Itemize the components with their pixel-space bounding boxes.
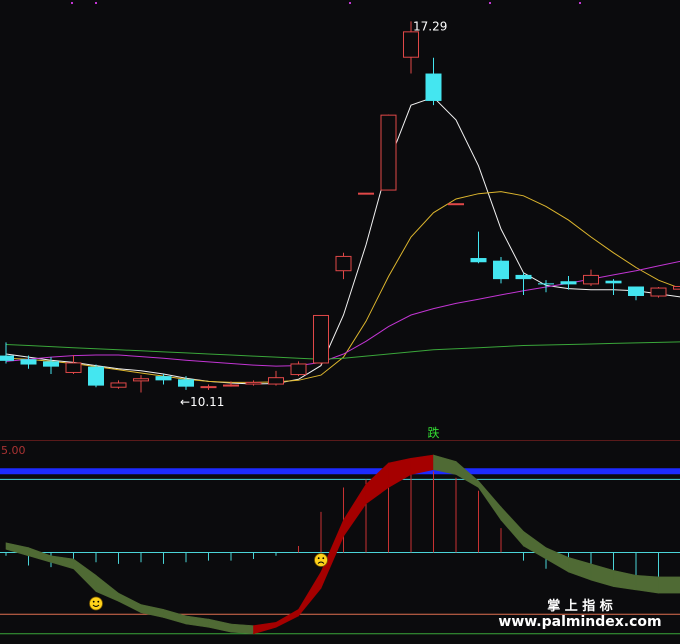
band-segment <box>388 457 412 489</box>
candle-body <box>515 274 532 280</box>
band-segment <box>230 623 254 635</box>
candle-body <box>493 260 509 280</box>
candle-body <box>628 286 644 296</box>
ma-line-0 <box>5 96 680 385</box>
watermark-cn: 掌 上 指 标 <box>547 598 613 614</box>
top-marker-dot <box>95 2 97 4</box>
candle-body <box>290 363 307 376</box>
candle-body <box>358 192 374 195</box>
candle-body <box>88 366 104 386</box>
band-segment <box>140 604 164 618</box>
candle-body <box>200 386 217 389</box>
band-segment <box>298 570 322 617</box>
face-circle <box>89 596 103 611</box>
candle-body <box>268 377 284 385</box>
candle-body <box>313 314 329 364</box>
candle-body <box>380 114 397 191</box>
face-circle <box>314 553 328 567</box>
candle-body <box>178 379 194 387</box>
candle-body <box>20 359 37 365</box>
band-segment <box>613 570 637 591</box>
top-marker-dot <box>579 2 581 4</box>
band-segment <box>658 576 680 594</box>
face-eye <box>322 557 325 560</box>
price-panel: 17.29 ←10.11 跌 <box>0 2 680 440</box>
stock-chart: 17.29 ←10.11 跌 5.00 掌 上 指 标 www.palmindex.… <box>0 2 680 635</box>
top-marker-dot <box>71 2 73 4</box>
band-segment <box>95 574 119 602</box>
signal-label: 跌 <box>427 425 439 440</box>
band-segment <box>523 530 547 560</box>
candle-body <box>583 274 599 285</box>
band-segment <box>478 480 502 521</box>
max-price-label: 17.29 <box>413 19 447 33</box>
band-segment <box>73 558 97 593</box>
candle-body <box>673 285 680 290</box>
band-segment <box>500 506 524 547</box>
candle-body <box>335 255 352 272</box>
face-eye <box>92 600 95 603</box>
candle-body <box>538 283 554 285</box>
band-segment <box>50 555 74 570</box>
band-segment <box>455 460 479 489</box>
band-segment <box>635 574 659 594</box>
candle-body <box>470 258 487 263</box>
candle-body <box>133 378 149 382</box>
candle-body <box>65 362 82 373</box>
face-eye <box>97 600 100 603</box>
candle-body <box>223 384 239 387</box>
candle-body <box>245 381 262 385</box>
band-segment <box>568 557 592 581</box>
band-segment <box>590 563 614 587</box>
top-marker-dot <box>489 2 491 4</box>
indicator-tick-label: 5.00 <box>1 444 26 457</box>
band-segment <box>185 615 209 628</box>
band-segment <box>275 608 299 628</box>
candle-body <box>155 376 172 381</box>
candle-body <box>650 287 667 297</box>
band-segment <box>343 483 367 538</box>
candle-body <box>605 280 622 284</box>
candle-body <box>425 73 442 101</box>
candle-body <box>110 382 127 388</box>
min-price-label: ←10.11 <box>180 395 224 409</box>
candle-body <box>448 203 464 206</box>
face-eye <box>317 557 320 560</box>
band-segment <box>253 622 277 635</box>
watermark-url: www.palmindex.com <box>498 614 661 630</box>
frown-face-icon <box>314 553 328 567</box>
band-segment <box>118 592 142 614</box>
band-segment <box>545 547 569 573</box>
band-segment <box>163 609 187 625</box>
ma-line-3 <box>5 341 680 360</box>
candle-body <box>0 355 14 361</box>
band-segment <box>28 547 52 563</box>
candle-body <box>403 31 419 58</box>
candle-body <box>560 281 577 285</box>
band-segment <box>208 618 232 633</box>
band-segment <box>5 542 29 557</box>
top-marker-dot <box>349 2 351 4</box>
chart-stage: 17.29 ←10.11 跌 5.00 掌 上 指 标 www.palmindex.… <box>0 0 680 644</box>
smile-face-icon <box>89 596 103 611</box>
candle-body <box>43 361 59 367</box>
